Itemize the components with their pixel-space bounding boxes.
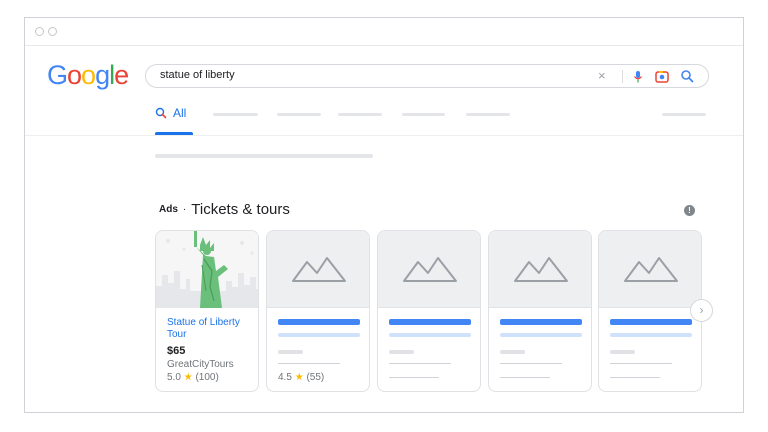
- rating-placeholder: [389, 377, 439, 378]
- search-icon: [155, 107, 167, 119]
- rating-placeholder: [500, 377, 550, 378]
- tour-title[interactable]: Statue of Liberty Tour: [167, 317, 255, 341]
- subtitle-placeholder: [610, 333, 692, 337]
- mountain-image-icon: [403, 257, 457, 282]
- rating-value: 4.5: [278, 372, 292, 383]
- rating-value: 5.0: [167, 372, 181, 383]
- tour-vendor: GreatCityTours: [167, 359, 234, 370]
- tour-rating: 4.5 ★ (55): [278, 372, 324, 383]
- google-logo[interactable]: Google: [47, 60, 129, 91]
- subtitle-placeholder: [500, 333, 582, 337]
- tour-card[interactable]: [377, 230, 481, 392]
- vendor-placeholder: [500, 363, 562, 364]
- image-placeholder: [599, 231, 701, 308]
- tab-placeholder[interactable]: [662, 113, 706, 116]
- logo-letter: e: [114, 60, 129, 90]
- search-input[interactable]: statue of liberty: [160, 69, 235, 81]
- search-divider: [622, 70, 623, 83]
- price-placeholder: [278, 350, 303, 354]
- tour-card[interactable]: Statue of Liberty Tour $65 GreatCityTour…: [155, 230, 259, 392]
- tour-card[interactable]: [598, 230, 702, 392]
- clear-icon[interactable]: ×: [598, 68, 606, 84]
- title-placeholder: [278, 319, 360, 325]
- active-tab-indicator: [155, 132, 193, 135]
- tour-card[interactable]: 4.5 ★ (55): [266, 230, 370, 392]
- carousel-next-button[interactable]: ›: [690, 299, 713, 322]
- search-icon[interactable]: [679, 68, 695, 84]
- vendor-placeholder: [610, 363, 672, 364]
- review-count: (55): [306, 372, 325, 383]
- review-count: (100): [195, 372, 219, 383]
- title-placeholder: [500, 319, 582, 325]
- subtitle-placeholder: [278, 333, 360, 337]
- tab-placeholder[interactable]: [466, 113, 510, 116]
- price-placeholder: [610, 350, 635, 354]
- price-placeholder: [500, 350, 525, 354]
- image-placeholder: [489, 231, 591, 308]
- star-icon: ★: [294, 372, 304, 383]
- window-dot-minimize[interactable]: [48, 27, 57, 36]
- logo-letter: g: [95, 60, 110, 90]
- tab-all[interactable]: All: [155, 106, 186, 134]
- ads-header: Ads · Tickets & tours: [159, 201, 290, 218]
- title-bar: [25, 18, 743, 46]
- title-placeholder: [610, 319, 692, 325]
- ads-title: Tickets & tours: [191, 201, 290, 218]
- ads-separator: ·: [182, 204, 187, 215]
- mountain-image-icon: [514, 257, 568, 282]
- logo-letter: G: [47, 60, 68, 90]
- image-placeholder: [378, 231, 480, 308]
- tour-rating: 5.0 ★ (100): [167, 372, 219, 383]
- browser-window: Google statue of liberty × All Ads · Tic…: [24, 17, 744, 413]
- search-box[interactable]: statue of liberty ×: [145, 64, 709, 88]
- vendor-placeholder: [389, 363, 451, 364]
- logo-letter: o: [67, 60, 82, 90]
- search-tabs: All: [25, 98, 743, 136]
- tour-price: $65: [167, 345, 186, 357]
- image-placeholder: [267, 231, 369, 308]
- star-icon: ★: [183, 372, 193, 383]
- info-icon[interactable]: !: [684, 205, 695, 216]
- logo-letter: o: [81, 60, 96, 90]
- window-dot-close[interactable]: [35, 27, 44, 36]
- price-placeholder: [389, 350, 414, 354]
- subtitle-placeholder: [389, 333, 471, 337]
- tour-card[interactable]: [488, 230, 592, 392]
- vendor-placeholder: [278, 363, 340, 364]
- mountain-image-icon: [292, 257, 346, 282]
- results-info-placeholder: [155, 154, 373, 158]
- tab-placeholder[interactable]: [213, 113, 258, 116]
- tab-placeholder[interactable]: [277, 113, 321, 116]
- tab-all-label: All: [173, 106, 187, 120]
- camera-lens-icon[interactable]: [654, 69, 670, 85]
- rating-placeholder: [610, 377, 660, 378]
- mountain-image-icon: [624, 257, 678, 282]
- tab-placeholder[interactable]: [402, 113, 445, 116]
- tab-placeholder[interactable]: [338, 113, 382, 116]
- statue-of-liberty-image: [156, 231, 258, 308]
- ads-label: Ads: [159, 204, 178, 215]
- title-placeholder: [389, 319, 471, 325]
- microphone-icon[interactable]: [631, 69, 645, 85]
